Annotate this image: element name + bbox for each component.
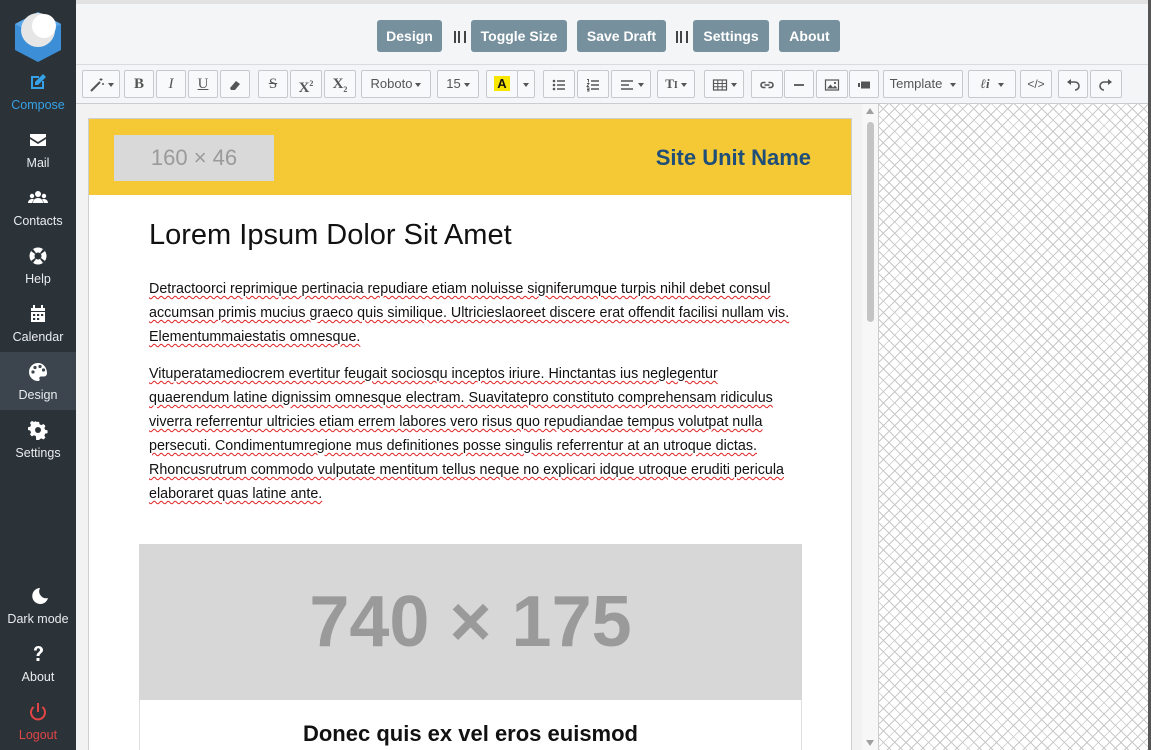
sidebar-item-about[interactable]: About (0, 634, 76, 692)
sidebar-item-contacts[interactable]: Contacts (0, 178, 76, 236)
email-body[interactable]: 160 × 46 Site Unit Name Lorem Ipsum Dolo… (88, 118, 852, 750)
scroll-thumb[interactable] (867, 122, 874, 322)
highlight-letter: A (494, 76, 510, 91)
italic-button[interactable]: I (156, 70, 186, 98)
code-view-button[interactable]: </> (1020, 70, 1052, 98)
font-size-select[interactable]: 15 (437, 70, 479, 98)
email-subheading[interactable]: Donec quis ex vel eros euismod (139, 721, 802, 747)
sidebar-item-calendar[interactable]: Calendar (0, 294, 76, 352)
logo-placeholder[interactable]: 160 × 46 (114, 135, 274, 181)
table-icon (712, 78, 727, 91)
toolbar-separator (676, 31, 688, 43)
palette-icon (0, 362, 76, 386)
align-button[interactable] (611, 70, 651, 98)
site-unit-name[interactable]: Site Unit Name (656, 145, 811, 171)
image-button[interactable] (816, 70, 848, 98)
mail-icon (0, 130, 76, 154)
contacts-icon (0, 188, 76, 212)
redo-icon (1099, 78, 1112, 91)
calendar-icon (0, 304, 76, 328)
highlight-color-dropdown[interactable] (517, 70, 535, 98)
sidebar-item-settings[interactable]: Settings (0, 410, 76, 468)
help-lifebuoy-icon (0, 246, 76, 270)
editor-scrollbar[interactable] (862, 104, 878, 750)
email-header: 160 × 46 Site Unit Name (89, 119, 851, 195)
sidebar: Compose Mail Contacts Help Calendar Desi… (0, 0, 76, 750)
highlight-color-button[interactable]: A (486, 70, 518, 98)
link-button[interactable] (751, 70, 783, 98)
special-characters-button[interactable]: ℓi (968, 70, 1016, 98)
bullet-list-icon (552, 79, 565, 90)
text-style-button[interactable]: TI (657, 70, 695, 98)
magic-wand-button[interactable] (82, 70, 120, 98)
scroll-down-arrow[interactable] (866, 740, 874, 746)
banner-placeholder[interactable]: 740 × 175 (139, 544, 802, 700)
image-icon (824, 78, 840, 91)
about-button[interactable]: About (779, 20, 840, 52)
paragraph-1[interactable]: Detractoorci reprimique pertinacia repud… (149, 277, 799, 349)
toggle-size-button[interactable]: Toggle Size (471, 20, 567, 52)
moon-icon (0, 586, 76, 610)
align-left-icon (620, 79, 633, 90)
eraser-button[interactable] (220, 70, 250, 98)
template-select[interactable]: Template (883, 70, 963, 98)
save-draft-button[interactable]: Save Draft (577, 20, 666, 52)
preview-pane (878, 104, 1148, 750)
strikethrough-button[interactable]: S (258, 70, 288, 98)
font-family-select[interactable]: Roboto (361, 70, 431, 98)
sidebar-item-dark-mode[interactable]: Dark mode (0, 576, 76, 634)
app-logo (11, 8, 65, 62)
undo-icon (1067, 78, 1080, 91)
bullet-list-button[interactable] (543, 70, 575, 98)
compose-icon (0, 72, 76, 96)
paragraph-2-text: Vituperatamediocrem evertitur feugait so… (149, 366, 784, 502)
sidebar-item-help[interactable]: Help (0, 236, 76, 294)
numbered-list-icon (586, 78, 599, 92)
paragraph-1-text: Detractoorci reprimique pertinacia repud… (149, 281, 790, 345)
power-icon (0, 702, 76, 726)
sidebar-item-design[interactable]: Design (0, 352, 76, 410)
toolbar-separator (454, 31, 466, 43)
sidebar-item-mail[interactable]: Mail (0, 120, 76, 178)
numbered-list-button[interactable] (577, 70, 609, 98)
undo-button[interactable] (1058, 70, 1088, 98)
sidebar-item-logout[interactable]: Logout (0, 692, 76, 750)
superscript-button[interactable]: X2 (290, 70, 322, 98)
subscript-button[interactable]: X2 (324, 70, 356, 98)
redo-button[interactable] (1090, 70, 1122, 98)
link-icon (760, 81, 774, 88)
eraser-icon (230, 80, 240, 90)
email-title[interactable]: Lorem Ipsum Dolor Sit Amet (149, 219, 512, 252)
table-button[interactable] (704, 70, 744, 98)
horizontal-rule-icon (794, 83, 804, 86)
paragraph-2[interactable]: Vituperatamediocrem evertitur feugait so… (149, 362, 799, 506)
underline-button[interactable]: U (188, 70, 218, 98)
magic-wand-icon (89, 77, 104, 92)
video-button[interactable] (849, 70, 879, 98)
top-bar: Design Toggle Size Save Draft Settings A… (76, 0, 1148, 64)
formatting-toolbar: B I U S X2 X2 Roboto 15 A TI Template ℓi… (76, 64, 1148, 104)
settings-button[interactable]: Settings (693, 20, 769, 52)
sidebar-item-compose[interactable]: Compose (0, 62, 76, 120)
video-icon (858, 81, 870, 89)
design-button[interactable]: Design (377, 20, 442, 52)
horizontal-rule-button[interactable] (784, 70, 814, 98)
bold-button[interactable]: B (124, 70, 154, 98)
gear-icon (0, 420, 76, 444)
scroll-up-arrow[interactable] (866, 108, 874, 114)
question-icon (0, 644, 76, 668)
